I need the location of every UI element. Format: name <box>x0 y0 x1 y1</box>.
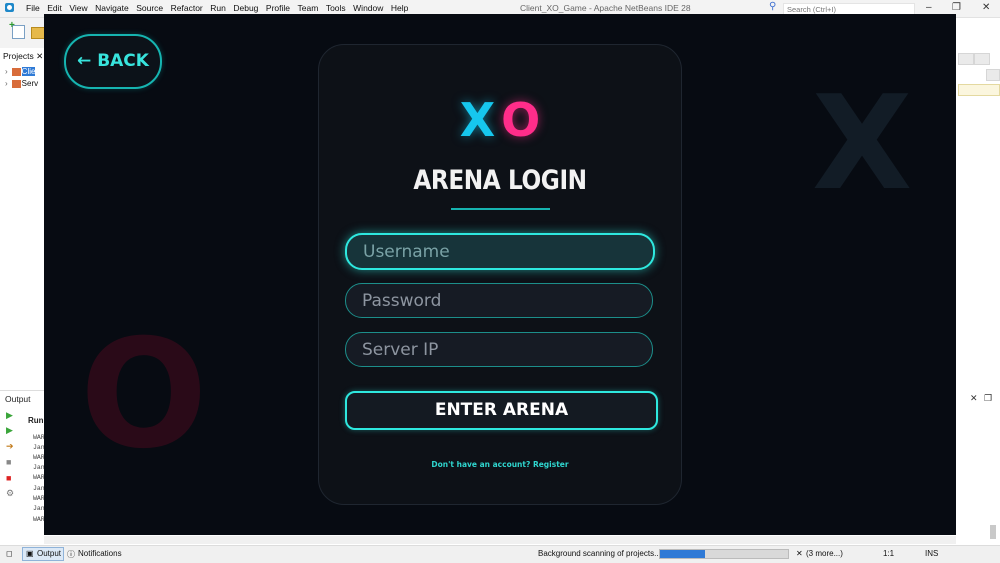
log-line: Jan <box>33 505 45 512</box>
log-line: WAR <box>33 434 45 441</box>
close-icon[interactable]: ✕ <box>982 2 990 13</box>
notifications-icon: ⓘ <box>67 550 75 559</box>
username-field[interactable] <box>345 233 655 270</box>
title-underline <box>451 208 550 210</box>
window-title: Client_XO_Game - Apache NetBeans IDE 28 <box>520 3 691 13</box>
menu-source[interactable]: Source <box>136 3 163 13</box>
menu-items: File Edit View Navigate Source Refactor … <box>26 3 416 13</box>
output-title: Output <box>5 394 31 404</box>
project-icon <box>11 67 21 76</box>
vertical-scrollbar[interactable] <box>990 525 996 539</box>
menu-file[interactable]: File <box>26 3 40 13</box>
status-output-label[interactable]: Output <box>37 549 61 558</box>
background-o-decoration: O <box>80 308 208 482</box>
game-window: X O ← BACK XO ARENA LOGIN ENTER ARENA Do… <box>44 14 956 535</box>
tree-item-client[interactable]: › Clie <box>5 67 36 76</box>
run-label: Run <box>28 416 44 425</box>
rerun-icon[interactable]: ▶ <box>6 410 16 420</box>
enter-arena-button[interactable]: ENTER ARENA <box>345 391 658 430</box>
caret-position: 1:1 <box>883 549 895 558</box>
background-task-progress <box>659 549 789 559</box>
rerun-with-args-icon[interactable]: ▶ <box>6 425 16 435</box>
output-icon: ▣ <box>26 549 34 558</box>
tree-item-label: Clie <box>21 67 36 76</box>
editor-control[interactable] <box>986 69 1000 81</box>
menu-profile[interactable]: Profile <box>266 3 290 13</box>
minimize-icon[interactable]: – <box>926 2 932 13</box>
menu-tools[interactable]: Tools <box>326 3 346 13</box>
step-icon[interactable]: ➔ <box>6 441 16 451</box>
menu-help[interactable]: Help <box>391 3 408 13</box>
settings-icon[interactable]: ⚙ <box>6 488 16 498</box>
restore-icon[interactable]: ❐ <box>952 2 961 13</box>
netbeans-logo-icon <box>5 3 14 12</box>
tab-projects[interactable]: Projects ✕ <box>3 51 43 62</box>
background-task-label: Background scanning of projects... <box>538 549 661 558</box>
tab-close-icon[interactable]: ✕ <box>36 51 43 61</box>
register-link[interactable]: Don't have an account? Register <box>319 460 681 469</box>
projects-tab-label: Projects <box>3 51 34 61</box>
status-notifications-label[interactable]: Notifications <box>78 549 122 558</box>
back-button[interactable]: ← BACK <box>64 34 162 89</box>
log-line: WAR <box>33 474 45 481</box>
log-line: WAR <box>33 516 45 523</box>
tree-item-server[interactable]: › Serv <box>5 79 38 88</box>
log-line: WAR <box>33 495 45 502</box>
username-input[interactable] <box>347 235 653 268</box>
status-bar <box>0 545 1000 563</box>
menu-edit[interactable]: Edit <box>47 3 62 13</box>
menu-navigate[interactable]: Navigate <box>95 3 129 13</box>
project-icon <box>11 79 21 88</box>
server-ip-field[interactable] <box>345 332 653 367</box>
password-field[interactable] <box>345 283 653 318</box>
insert-mode: INS <box>925 549 939 558</box>
login-card: XO ARENA LOGIN ENTER ARENA Don't have an… <box>318 44 682 505</box>
editor-control[interactable] <box>974 53 990 65</box>
logo-x: X <box>459 93 496 147</box>
menu-view[interactable]: View <box>69 3 87 13</box>
password-input[interactable] <box>346 284 652 317</box>
xo-logo: XO <box>319 93 681 147</box>
editor-control[interactable] <box>958 53 974 65</box>
menu-window[interactable]: Window <box>353 3 383 13</box>
horizontal-scrollbar[interactable] <box>44 536 956 544</box>
editor-right-strip: ✕ ❐ <box>956 18 1000 545</box>
log-line: Jan <box>33 485 45 492</box>
cancel-task-icon[interactable]: ✕ <box>796 549 803 558</box>
log-line: Jan <box>33 464 45 471</box>
more-tasks-link[interactable]: (3 more...) <box>806 549 843 558</box>
server-ip-input[interactable] <box>346 333 652 366</box>
editor-line-highlight <box>958 84 1000 96</box>
panel-toggle-icon[interactable]: ◻ <box>6 549 13 558</box>
logo-o: O <box>501 93 541 147</box>
right-panel-close-icon[interactable]: ✕ <box>970 393 978 404</box>
tree-item-label: Serv <box>21 79 39 88</box>
menu-debug[interactable]: Debug <box>233 3 258 13</box>
progress-fill <box>660 550 705 558</box>
log-line: Jan <box>33 444 45 451</box>
page-title: ARENA LOGIN <box>413 165 587 196</box>
projects-panel <box>0 48 44 388</box>
pause-icon[interactable]: ■ <box>6 457 16 467</box>
search-icon[interactable]: ⚲ <box>769 1 776 12</box>
stop-icon[interactable]: ■ <box>6 473 16 483</box>
new-file-icon[interactable] <box>9 20 25 39</box>
menu-team[interactable]: Team <box>298 3 319 13</box>
menu-refactor[interactable]: Refactor <box>171 3 203 13</box>
background-x-decoration: X <box>812 67 913 219</box>
log-line: WAR <box>33 454 45 461</box>
menu-run[interactable]: Run <box>210 3 226 13</box>
tree-caret-icon[interactable]: › <box>5 67 8 76</box>
tree-caret-icon[interactable]: › <box>5 79 8 88</box>
right-panel-restore-icon[interactable]: ❐ <box>984 393 992 404</box>
